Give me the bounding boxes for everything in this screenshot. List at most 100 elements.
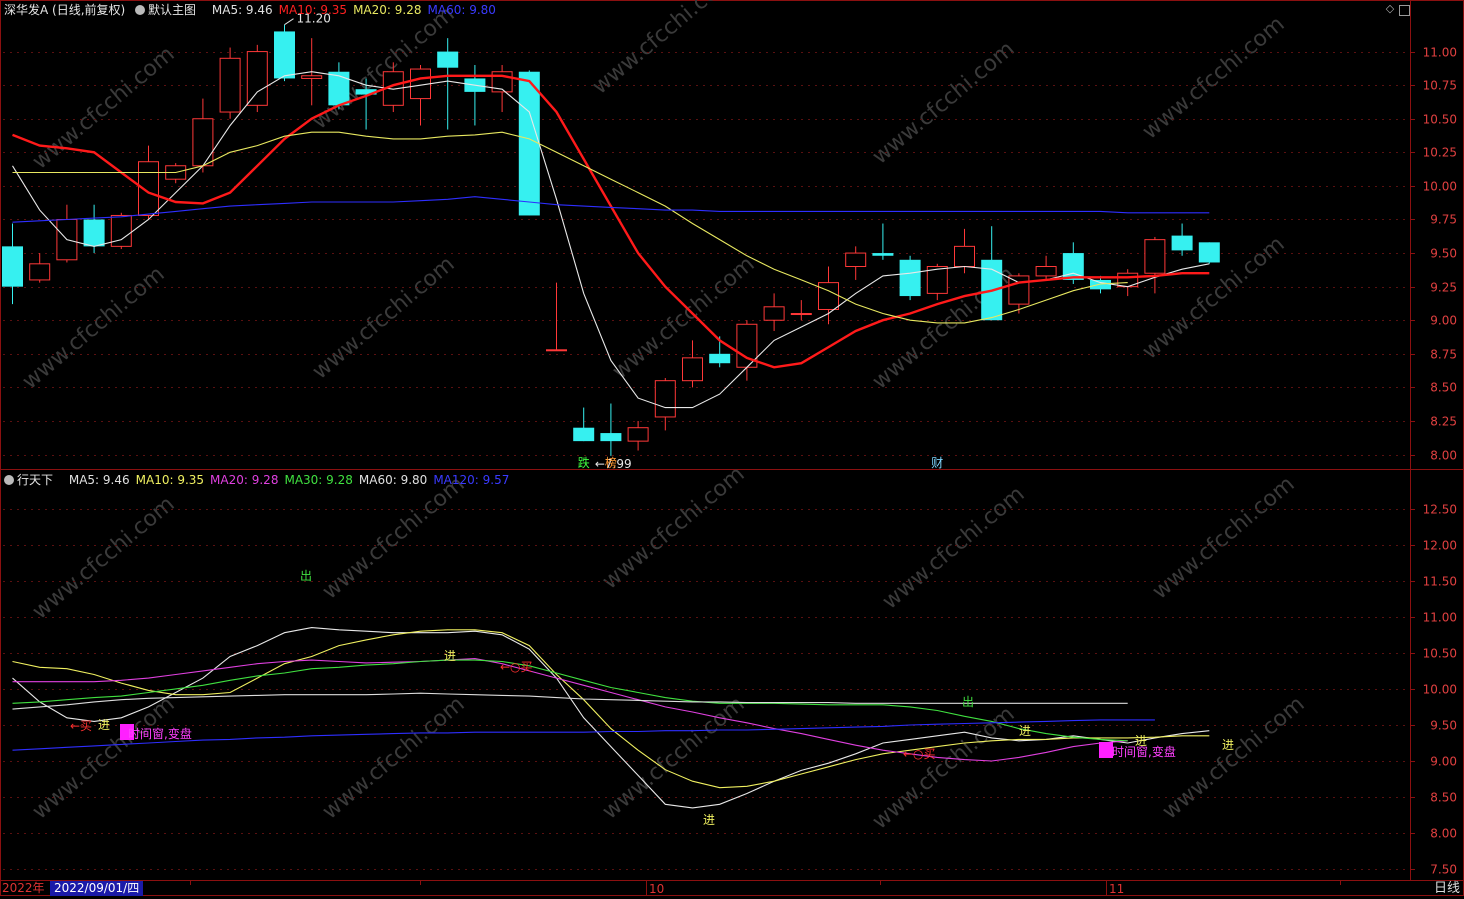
bottom-tick-label: 11.50 — [1423, 575, 1457, 589]
signal-annotation: 出 — [962, 695, 974, 709]
candle-body-up — [654, 380, 676, 418]
watermark-text: www.cfcchi.com — [28, 42, 180, 175]
top-tick-label: 8.50 — [1430, 381, 1457, 395]
top-tick-label: 10.75 — [1423, 79, 1457, 93]
diamond-icon[interactable]: ◇ — [1384, 3, 1396, 15]
top-tick-label: 8.75 — [1430, 348, 1457, 362]
candle — [1144, 236, 1166, 294]
indicator-switch[interactable]: 行天下 — [4, 473, 59, 487]
top-tick-label: 8.25 — [1430, 415, 1457, 429]
signal-annotation: 出 — [300, 569, 312, 583]
candle-body-up — [763, 306, 785, 321]
watermark-text: www.cfcchi.com — [598, 462, 750, 595]
template-switch[interactable]: 默认主图 — [135, 3, 202, 17]
indicator-dot-icon — [4, 474, 14, 485]
watermark-text: www.cfcchi.com — [28, 492, 180, 625]
candle — [790, 300, 812, 321]
candle — [654, 378, 676, 431]
signal-annotation: 进 — [98, 718, 110, 732]
candle-body-up — [1008, 275, 1030, 305]
top-tick-label: 10.25 — [1423, 146, 1457, 160]
candle — [56, 204, 78, 263]
watermark-text: www.cfcchi.com — [308, 252, 460, 385]
bottom-ma-legend: MA5: 9.46 MA10: 9.35 MA20: 9.28 MA30: 9.28 M… — [69, 473, 516, 487]
signal-annotation: 进 — [1135, 734, 1147, 748]
stock-title: 深华发A (日线,前复权) — [4, 3, 126, 17]
bottom-tick-label: 11.00 — [1423, 611, 1457, 625]
candle — [818, 266, 839, 325]
candle — [627, 420, 649, 451]
watermark-text: www.cfcchi.com — [588, 0, 740, 100]
candle-body-up — [954, 245, 975, 268]
top-ma-legend-0: MA5: 9.46 — [211, 3, 273, 17]
signal-annotation: 进 — [703, 813, 715, 827]
candle — [246, 44, 268, 113]
bottom-series-ma5 — [12, 627, 1210, 809]
month-tick-label: 10 — [649, 882, 664, 896]
kline-chart-svg[interactable]: www.cfcchi.com www.cfcchi.com www.cfcchi.c… — [0, 0, 1464, 896]
signal-annotation: ←○买 — [500, 660, 533, 674]
period-selector[interactable]: 日线 — [1434, 881, 1460, 896]
candle-body-up — [246, 51, 268, 106]
top-tick-label: 10.50 — [1423, 113, 1457, 127]
bottom-tick-label: 8.50 — [1430, 791, 1457, 805]
top-tick-label: 9.75 — [1430, 213, 1457, 227]
candle — [600, 403, 622, 456]
candle — [410, 65, 431, 126]
candle-body-down — [1090, 279, 1111, 290]
candle-body-up — [790, 313, 812, 316]
maximize-icon[interactable] — [1399, 5, 1410, 16]
top-series-ma60 — [12, 196, 1210, 223]
top-panel-header: 深华发A (日线,前复权) 默认主图 MA5: 9.46 MA10: 9.35 MA… — [4, 1, 508, 19]
candle-body-up — [818, 282, 839, 310]
candle — [464, 65, 486, 126]
watermark-text: www.cfcchi.com — [868, 37, 1020, 170]
candle — [165, 163, 187, 184]
top-ma-legend-2: MA20: 9.28 — [353, 3, 422, 17]
candle — [274, 24, 295, 82]
chart-stage: www.cfcchi.com www.cfcchi.com www.cfcchi.c… — [0, 0, 1464, 896]
candle — [83, 204, 105, 254]
bottom-panel-header: 行天下 MA5: 9.46 MA10: 9.35 MA20: 9.28 MA30: 9… — [4, 471, 521, 489]
candle — [763, 293, 785, 331]
candle-body-down — [899, 259, 921, 297]
candle — [1171, 223, 1193, 256]
indicator-title: 行天下 — [17, 473, 54, 487]
candle-body-down — [437, 51, 459, 68]
candle — [1198, 242, 1220, 264]
candle — [736, 320, 758, 381]
candle-body-up — [682, 357, 703, 382]
candle — [29, 253, 51, 283]
candle — [192, 98, 214, 173]
bottom-tick-label: 10.50 — [1423, 647, 1457, 661]
bottom-ma-legend-3: MA30: 9.28 — [284, 473, 353, 487]
candle-body-up — [29, 263, 51, 281]
candle-body-up — [219, 57, 241, 113]
year-label: 2022年 — [2, 881, 45, 895]
bottom-ma-legend-0: MA5: 9.46 — [68, 473, 130, 487]
event-marker: 跌 — [578, 455, 590, 470]
bottom-tick-label: 9.00 — [1430, 755, 1457, 769]
candle-body-up — [845, 252, 867, 268]
candle — [110, 212, 132, 250]
top-series-ma20 — [12, 131, 1128, 324]
candle-body-up — [546, 349, 567, 352]
top-tick-label: 9.50 — [1430, 247, 1457, 261]
top-tick-label: 11.00 — [1423, 46, 1457, 60]
candle-body-down — [1198, 242, 1220, 263]
candle-body-down — [573, 427, 595, 442]
watermark-text: www.cfcchi.com — [878, 482, 1030, 615]
signal-annotation: 进 — [1019, 724, 1031, 738]
bottom-tick-label: 12.50 — [1423, 503, 1457, 517]
top-ma-legend: MA5: 9.46 MA10: 9.35 MA20: 9.28 MA60: 9.80 — [212, 3, 502, 17]
bottom-tick-label: 12.00 — [1423, 539, 1457, 553]
candle-body-down — [709, 353, 731, 364]
bottom-tick-label: 8.00 — [1430, 827, 1457, 841]
bottom-ma-legend-1: MA10: 9.35 — [135, 473, 205, 487]
top-tick-label: 8.00 — [1430, 449, 1457, 463]
top-tick-label: 10.00 — [1423, 180, 1457, 194]
candle-body-down — [274, 31, 295, 79]
candle — [2, 223, 23, 305]
candle — [546, 282, 567, 352]
candle-body-up — [1144, 239, 1166, 274]
